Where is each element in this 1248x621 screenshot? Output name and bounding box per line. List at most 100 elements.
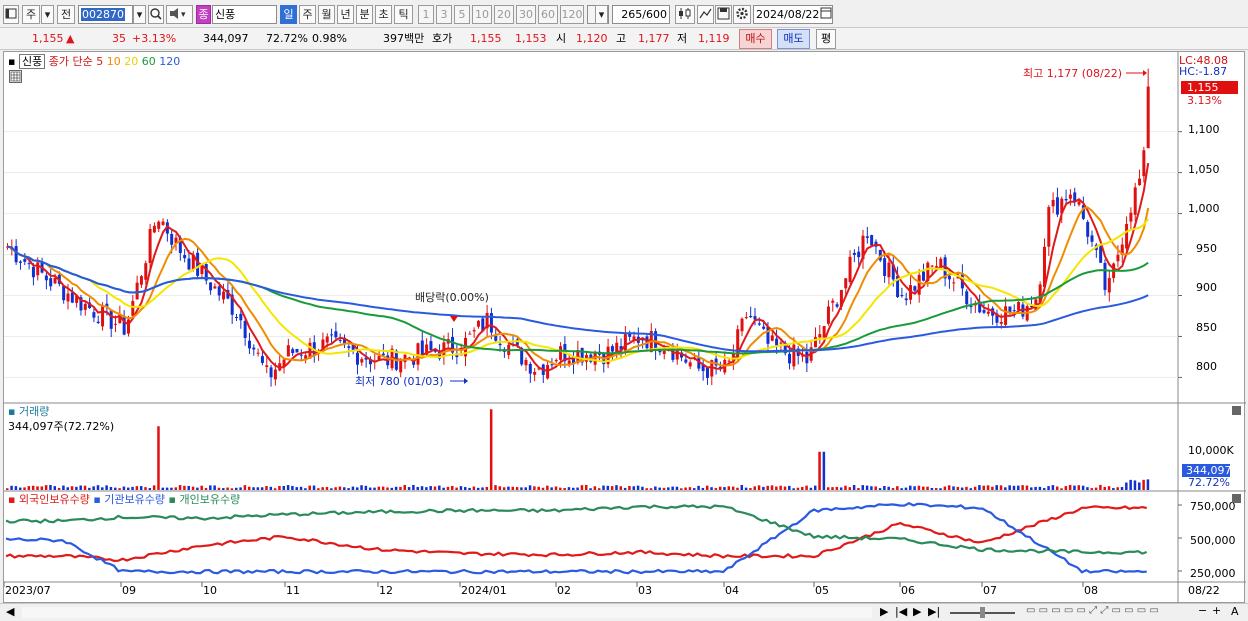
grid-toggle-button[interactable]	[9, 70, 22, 83]
scroll-right-icon[interactable]: ▶	[880, 605, 888, 618]
volume-bar	[260, 487, 264, 490]
candle-body	[83, 303, 87, 310]
candle-body	[472, 330, 476, 332]
date-value: 2024/08/22	[756, 8, 820, 21]
dividend-annotation: 배당락(0.00%)	[415, 291, 489, 304]
settings-button[interactable]	[733, 5, 751, 24]
volume-bar	[770, 485, 774, 490]
volume-bar	[377, 486, 381, 490]
candle-body	[1107, 277, 1111, 293]
volume-bar	[373, 487, 376, 490]
draw-tool-button[interactable]	[697, 5, 714, 24]
candle-body	[900, 295, 904, 297]
volume-bar	[636, 485, 640, 490]
tool-icons[interactable]: ▭ ▭ ▭ ▭ ▭ ⤢ ⤢ ▭ ▭ ▭ ▭	[1026, 605, 1159, 616]
candle-body	[1129, 212, 1133, 222]
bar-count-field[interactable]: 265/600	[612, 5, 670, 24]
search-button[interactable]	[148, 5, 164, 24]
code-dropdown[interactable]: ▾	[133, 5, 146, 24]
scroll-bar[interactable]: ◀ ▶ |◀ ▶ ▶| ▭ ▭ ▭ ▭ ▭ ⤢ ⤢ ▭ ▭ ▭ ▭ − + A	[0, 603, 1248, 621]
x-label-09: 09	[122, 584, 136, 597]
volume-bar	[900, 488, 903, 490]
volume-bar	[978, 485, 981, 490]
mode-tab-all[interactable]: 전	[57, 5, 75, 24]
interval-30[interactable]: 30	[516, 5, 536, 24]
volume-bar	[507, 486, 510, 490]
mode-dropdown[interactable]: ▾	[41, 5, 54, 24]
period-tab-second[interactable]: 초	[375, 5, 392, 24]
layout-icon[interactable]	[3, 5, 19, 24]
period-tab-minute[interactable]: 분	[356, 5, 373, 24]
interval-1[interactable]: 1	[418, 5, 434, 24]
scroll-left-icon[interactable]: ◀	[6, 605, 14, 618]
first-page-icon[interactable]: |◀	[895, 605, 907, 618]
candle-body	[762, 326, 766, 329]
x-label-10: 10	[203, 584, 217, 597]
sound-button[interactable]: ▾	[166, 5, 193, 24]
volume-bar	[105, 485, 108, 490]
volume-bar	[546, 485, 549, 490]
volume-bar	[1038, 486, 1042, 490]
x-label-last-date: 08/22	[1188, 584, 1220, 597]
zoom-in-icon[interactable]: +	[1212, 604, 1221, 617]
scroll-track[interactable]	[22, 607, 872, 618]
font-size-icon[interactable]: A	[1231, 605, 1239, 618]
period-tab-tick[interactable]: 틱	[394, 5, 413, 24]
volume-bar	[515, 487, 519, 490]
play-icon[interactable]: ▶	[913, 605, 921, 618]
mode-tab-stock[interactable]: 주	[22, 5, 40, 24]
period-tab-week[interactable]: 주	[299, 5, 316, 24]
volume-bar	[1051, 485, 1055, 490]
candle-body	[1090, 235, 1094, 242]
volume-bar	[848, 487, 852, 490]
period-tab-day[interactable]: 일	[280, 5, 297, 24]
interval-20[interactable]: 20	[494, 5, 514, 24]
volume-bar	[10, 485, 13, 490]
interval-120[interactable]: 120	[560, 5, 584, 24]
volume-bar	[801, 487, 804, 490]
legend-stock-name[interactable]: 신풍	[18, 54, 46, 69]
open-price: 1,120	[576, 32, 608, 45]
calendar-button[interactable]	[819, 6, 833, 23]
candle-body	[857, 251, 861, 258]
sell-button[interactable]: 매도	[777, 29, 810, 49]
candle-body	[688, 362, 692, 367]
buy-button[interactable]: 매수	[739, 29, 772, 49]
volume-bar	[891, 488, 895, 490]
volume-bar	[126, 487, 130, 490]
interval-10[interactable]: 10	[472, 5, 492, 24]
volume-bar	[528, 485, 532, 490]
volume-bar	[654, 486, 657, 490]
stock-name-field[interactable]: 신풍	[212, 5, 277, 24]
eval-button[interactable]: 평	[816, 29, 836, 49]
last-page-icon[interactable]: ▶|	[928, 605, 940, 618]
candle-body	[757, 323, 761, 325]
period-tab-year[interactable]: 년	[337, 5, 354, 24]
volume-bar	[1034, 486, 1037, 490]
chart-canvas[interactable]	[4, 52, 1246, 604]
chart-area[interactable]: ▪ 신풍 종가 단순 5 10 20 60 120 최고 1,177 (08/2…	[3, 51, 1246, 604]
interval-60[interactable]: 60	[538, 5, 558, 24]
candle-body	[299, 354, 303, 356]
save-button[interactable]	[715, 5, 732, 24]
volume-bar	[835, 486, 839, 490]
interval-3[interactable]: 3	[436, 5, 452, 24]
zoom-out-icon[interactable]: −	[1198, 604, 1207, 617]
holdings-panel-close-icon[interactable]	[1232, 494, 1241, 503]
interval-dropdown[interactable]: ▾	[595, 5, 608, 24]
volume-bar	[183, 485, 186, 490]
holding-y-tick-750k: 750,000	[1190, 500, 1236, 513]
period-tab-month[interactable]: 월	[318, 5, 335, 24]
volume-bar	[632, 486, 636, 490]
stock-code-input[interactable]: 002870	[78, 5, 133, 24]
y-tick-1000: 1,000	[1188, 202, 1220, 215]
candle-type-button[interactable]	[675, 5, 695, 24]
volume-bar	[57, 487, 61, 490]
candle-body	[252, 347, 256, 350]
x-label-2023-07: 2023/07	[5, 584, 51, 597]
zoom-slider-handle[interactable]	[980, 607, 985, 618]
volume-bar	[1142, 479, 1145, 490]
volume-panel-close-icon[interactable]	[1232, 406, 1241, 415]
interval-5[interactable]: 5	[454, 5, 470, 24]
candle-body	[360, 359, 364, 363]
